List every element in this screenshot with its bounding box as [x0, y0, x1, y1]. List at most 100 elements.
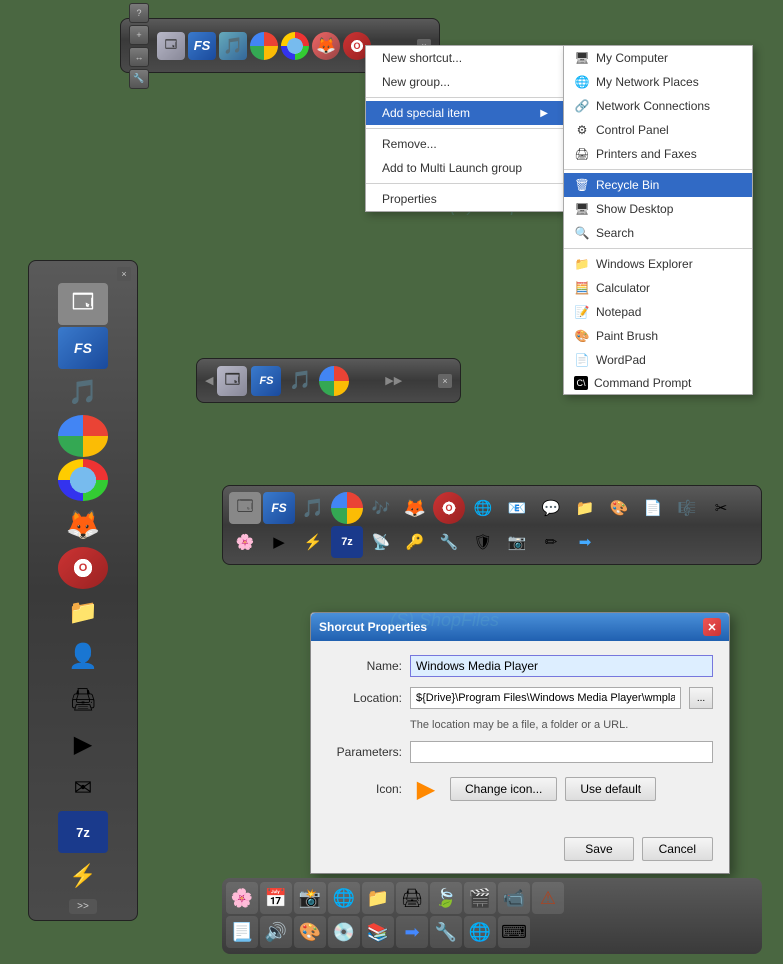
mid-icon-chrome[interactable]: [319, 366, 349, 396]
bottom-icon-leaf[interactable]: 🍃: [430, 882, 462, 914]
top-toolbar-btn-2[interactable]: +: [129, 25, 149, 45]
submenu-my-network[interactable]: 🌐 My Network Places: [564, 70, 752, 94]
bottom-icon-book[interactable]: 📚: [362, 916, 394, 948]
bottom-icon-paint2[interactable]: 🎨: [294, 916, 326, 948]
main-icon-paint[interactable]: 🎨: [603, 492, 635, 524]
context-properties[interactable]: Properties: [366, 187, 564, 211]
top-icon-windows[interactable]: [281, 32, 309, 60]
main-icon-shield[interactable]: 🛡: [467, 526, 499, 558]
bottom-icon-net2[interactable]: 🌐: [464, 916, 496, 948]
dialog-location-input[interactable]: [410, 687, 681, 709]
left-icon-user[interactable]: 👤: [58, 635, 108, 677]
top-icon-chrome[interactable]: [250, 32, 278, 60]
main-icon-opera[interactable]: O: [433, 492, 465, 524]
bottom-icon-speaker[interactable]: 🔊: [260, 916, 292, 948]
dialog-name-input[interactable]: [410, 655, 713, 677]
submenu-printers-faxes[interactable]: 🖨 Printers and Faxes: [564, 142, 752, 166]
main-icon-outlook[interactable]: 📧: [501, 492, 533, 524]
bottom-icon-video[interactable]: 🎬: [464, 882, 496, 914]
left-icon-mail[interactable]: ✉: [58, 767, 108, 809]
bottom-icon-doc2[interactable]: 📃: [226, 916, 258, 948]
main-icon-ie[interactable]: 🌐: [467, 492, 499, 524]
left-icon-itunes[interactable]: 🎵: [58, 371, 108, 413]
left-icon-bluetooth[interactable]: ⚡: [58, 855, 108, 897]
submenu-search[interactable]: 🔍 Search: [564, 221, 752, 245]
submenu-wordpad[interactable]: 📄 WordPad: [564, 348, 752, 372]
submenu-notepad[interactable]: 📝 Notepad: [564, 300, 752, 324]
left-icon-chrome[interactable]: [58, 415, 108, 457]
main-icon-winamp[interactable]: 🎶: [365, 492, 397, 524]
dialog-parameters-input[interactable]: [410, 741, 713, 763]
main-icon-chrome[interactable]: [331, 492, 363, 524]
bottom-icon-printer2[interactable]: 🖨: [396, 882, 428, 914]
context-new-group[interactable]: New group...: [366, 70, 564, 94]
submenu-recycle-bin[interactable]: 🗑 Recycle Bin: [564, 173, 752, 197]
main-icon-flower[interactable]: 🌸: [229, 526, 261, 558]
main-icon-key[interactable]: 🔑: [399, 526, 431, 558]
submenu-calculator[interactable]: 🧮 Calculator: [564, 276, 752, 300]
top-icon-firefox[interactable]: 🦊: [312, 32, 340, 60]
dialog-close-button[interactable]: ✕: [703, 618, 721, 636]
context-add-multi[interactable]: Add to Multi Launch group: [366, 156, 564, 180]
main-icon-bluetooth2[interactable]: ⚡: [297, 526, 329, 558]
left-toolbar-close[interactable]: ×: [117, 267, 131, 281]
submenu-command-prompt[interactable]: C\ Command Prompt: [564, 372, 752, 394]
main-icon-scissors[interactable]: ✂: [705, 492, 737, 524]
top-icon-calc[interactable]: 🗔: [157, 32, 185, 60]
left-icon-calc[interactable]: 🗔: [58, 283, 108, 325]
context-remove[interactable]: Remove...: [366, 132, 564, 156]
use-default-button[interactable]: Use default: [565, 777, 656, 801]
context-new-shortcut[interactable]: New shortcut...: [366, 46, 564, 70]
left-icon-7zip[interactable]: 7z: [58, 811, 108, 853]
main-icon-doc[interactable]: 📄: [637, 492, 669, 524]
left-icon-firefox[interactable]: 🦊: [58, 503, 108, 545]
left-icon-fs[interactable]: FS: [58, 327, 108, 369]
bottom-icon-flower[interactable]: 🌸: [226, 882, 258, 914]
mid-toolbar-prev[interactable]: ◀: [205, 374, 213, 387]
left-icon-opera[interactable]: O: [58, 547, 108, 589]
left-icon-folder[interactable]: 📁: [58, 591, 108, 633]
main-icon-fs[interactable]: FS: [263, 492, 295, 524]
left-icon-media[interactable]: ▶: [58, 723, 108, 765]
bottom-icon-folder3[interactable]: 📁: [362, 882, 394, 914]
top-toolbar-btn-1[interactable]: ?: [129, 3, 149, 23]
main-icon-itunes[interactable]: 🎵: [297, 492, 329, 524]
submenu-windows-explorer[interactable]: 📁 Windows Explorer: [564, 252, 752, 276]
bottom-icon-disk[interactable]: 💿: [328, 916, 360, 948]
submenu-my-computer[interactable]: 🖥 My Computer: [564, 46, 752, 70]
main-icon-chat[interactable]: 💬: [535, 492, 567, 524]
dialog-browse-button[interactable]: ...: [689, 687, 713, 709]
dialog-cancel-button[interactable]: Cancel: [642, 837, 713, 861]
bottom-icon-tools2[interactable]: 🔧: [430, 916, 462, 948]
main-icon-firefox[interactable]: 🦊: [399, 492, 431, 524]
left-icon-windows[interactable]: [58, 459, 108, 501]
left-toolbar-more[interactable]: >>: [69, 899, 97, 914]
top-icon-fs[interactable]: FS: [188, 32, 216, 60]
main-icon-calc[interactable]: 🗔: [229, 492, 261, 524]
mid-toolbar-close[interactable]: ×: [438, 374, 452, 388]
main-icon-arrow[interactable]: ➡: [569, 526, 601, 558]
left-icon-printer[interactable]: 🖨: [58, 679, 108, 721]
main-icon-folder2[interactable]: 📁: [569, 492, 601, 524]
mid-toolbar-next[interactable]: ▶▶: [385, 374, 402, 387]
submenu-show-desktop[interactable]: 🖥 Show Desktop: [564, 197, 752, 221]
mid-icon-calc[interactable]: 🗔: [217, 366, 247, 396]
bottom-icon-video2[interactable]: 📹: [498, 882, 530, 914]
main-icon-wifi[interactable]: 📡: [365, 526, 397, 558]
bottom-icon-ie2[interactable]: 🌐: [328, 882, 360, 914]
main-icon-play[interactable]: ▶: [263, 526, 295, 558]
bottom-icon-cam[interactable]: 📸: [294, 882, 326, 914]
mid-icon-fs[interactable]: FS: [251, 366, 281, 396]
dialog-save-button[interactable]: Save: [564, 837, 633, 861]
bottom-icon-kbd[interactable]: ⌨: [498, 916, 530, 948]
mid-icon-itunes[interactable]: 🎵: [285, 366, 315, 396]
change-icon-button[interactable]: Change icon...: [450, 777, 557, 801]
bottom-icon-broken[interactable]: ⚠: [532, 882, 564, 914]
main-icon-music[interactable]: 🎼: [671, 492, 703, 524]
main-icon-7zip2[interactable]: 7z: [331, 526, 363, 558]
context-add-special[interactable]: Add special item ▶: [366, 101, 564, 125]
main-icon-pen[interactable]: ✏: [535, 526, 567, 558]
top-toolbar-btn-4[interactable]: 🔧: [129, 69, 149, 89]
main-icon-camera[interactable]: 📷: [501, 526, 533, 558]
main-icon-tools[interactable]: 🔧: [433, 526, 465, 558]
